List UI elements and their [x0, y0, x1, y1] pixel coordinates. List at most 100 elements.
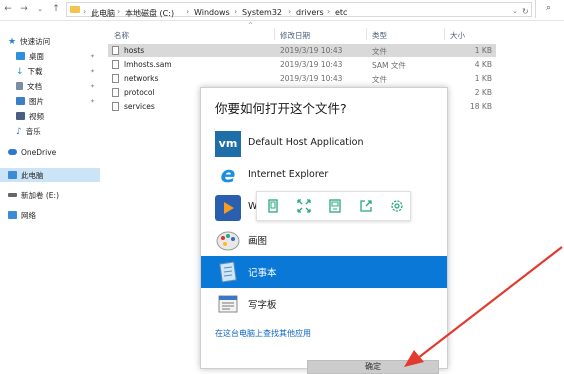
file-name: services: [124, 102, 155, 111]
breadcrumb-this-pc[interactable]: 此电脑: [91, 8, 115, 19]
media-player-icon: [215, 195, 241, 221]
sidebar-item-videos[interactable]: 视频: [16, 111, 44, 124]
table-row[interactable]: networks 2019/3/19 10:43 文件 1 KB: [108, 72, 496, 85]
find-other-apps-link[interactable]: 在这台电脑上查找其他应用: [215, 328, 311, 339]
app-label: Internet Explorer: [248, 169, 329, 180]
document-icon: [16, 82, 23, 90]
app-option-notepad[interactable]: 记事本: [201, 256, 447, 288]
file-size: 4 KB: [474, 60, 492, 69]
desktop-icon: [16, 52, 25, 60]
sidebar-item-onedrive[interactable]: OneDrive: [8, 148, 56, 161]
file-name: networks: [124, 74, 159, 83]
breadcrumb-drivers[interactable]: drivers: [296, 8, 324, 17]
pin-icon[interactable]: ✦: [90, 98, 95, 105]
app-label: 画图: [248, 236, 268, 247]
save-icon[interactable]: [327, 198, 343, 214]
chevron-right-icon: ›: [117, 7, 121, 16]
chevron-right-icon: ›: [288, 7, 292, 16]
sidebar-item-drive-e[interactable]: 新加卷 (E:): [8, 190, 59, 203]
file-icon: [112, 46, 119, 55]
sidebar-item-quick-access[interactable]: ★ 快速访问: [8, 36, 50, 49]
download-icon: ↓: [16, 67, 24, 77]
breadcrumb-windows[interactable]: Windows: [194, 8, 230, 17]
sidebar-item-this-pc[interactable]: 此电脑: [8, 170, 44, 183]
share-icon[interactable]: [358, 198, 374, 214]
file-type: 文件: [372, 47, 387, 56]
pin-icon[interactable]: ✦: [90, 68, 95, 75]
file-modified: 2019/3/19 10:43: [280, 60, 343, 69]
ie-icon: e: [220, 163, 236, 188]
app-label: 写字板: [248, 300, 277, 311]
file-icon: [112, 74, 119, 83]
breadcrumb-etc[interactable]: etc: [335, 8, 347, 17]
sidebar-item-desktop[interactable]: 桌面: [16, 51, 44, 64]
column-header-size[interactable]: 大小: [450, 30, 465, 41]
app-option-wordpad[interactable]: 写字板: [201, 288, 447, 320]
chevron-right-icon: ›: [327, 7, 331, 16]
file-size: 2 KB: [474, 88, 492, 97]
breadcrumb-system32[interactable]: System32: [242, 8, 282, 17]
sidebar-item-downloads[interactable]: ↓ 下载: [16, 66, 43, 79]
column-header-modified[interactable]: 修改日期: [280, 30, 310, 41]
file-name: protocol: [124, 88, 155, 97]
file-type: SAM 文件: [372, 61, 406, 70]
column-header-type[interactable]: 类型: [372, 30, 387, 41]
sidebar-item-network[interactable]: 网络: [8, 210, 36, 223]
app-option-paint[interactable]: 画图: [201, 224, 447, 256]
column-divider[interactable]: [444, 28, 445, 40]
settings-icon[interactable]: [389, 198, 405, 214]
address-bar: ← → ⌄ ↑ › 此电脑 › 本地磁盘 (C:) › Windows › Sy…: [0, 0, 564, 21]
sidebar-item-label: 图片: [29, 97, 44, 106]
sidebar-item-label: OneDrive: [21, 148, 57, 157]
sidebar-item-music[interactable]: ♪ 音乐: [16, 126, 41, 139]
recent-dropdown-icon[interactable]: ⌄: [34, 3, 46, 15]
sidebar-item-label: 此电脑: [21, 171, 44, 180]
address-path-field[interactable]: › 此电脑 › 本地磁盘 (C:) › Windows › System32 ›…: [66, 2, 532, 19]
sidebar-item-label: 新加卷 (E:): [21, 191, 60, 200]
wordpad-icon: [215, 291, 241, 317]
table-row[interactable]: hosts 2019/3/19 10:43 文件 1 KB: [108, 44, 496, 57]
up-arrow-icon[interactable]: ↑: [50, 3, 62, 15]
file-icon: [112, 88, 119, 97]
chevron-right-icon: ›: [83, 7, 87, 16]
pin-icon[interactable]: ✦: [90, 83, 95, 90]
file-name: lmhosts.sam: [124, 60, 172, 69]
file-icon: [112, 102, 119, 111]
app-option-default-host[interactable]: vm Default Host Application: [201, 128, 447, 160]
column-header-name[interactable]: 名称: [114, 30, 129, 41]
forward-arrow-icon[interactable]: →: [18, 3, 30, 15]
network-icon: [8, 211, 17, 219]
breadcrumb-local-disk[interactable]: 本地磁盘 (C:): [125, 8, 174, 19]
chevron-down-icon[interactable]: ⌄: [512, 7, 518, 15]
floating-toolbar: [256, 191, 411, 221]
column-divider[interactable]: [366, 28, 367, 40]
picture-icon: [16, 97, 25, 105]
chevron-right-icon: ›: [186, 7, 190, 16]
file-size: 1 KB: [474, 74, 492, 83]
sidebar-item-label: 网络: [21, 211, 36, 220]
column-divider[interactable]: [274, 28, 275, 40]
paint-icon: [215, 227, 241, 253]
computer-icon: [8, 171, 17, 179]
file-modified: 2019/3/19 10:43: [280, 46, 343, 55]
file-modified: 2019/3/19 10:43: [280, 74, 343, 83]
table-row[interactable]: lmhosts.sam 2019/3/19 10:43 SAM 文件 4 KB: [108, 58, 496, 71]
sidebar-item-documents[interactable]: 文档: [16, 81, 42, 94]
app-label: Default Host Application: [248, 137, 364, 148]
file-size: 18 KB: [470, 102, 492, 111]
app-option-internet-explorer[interactable]: e Internet Explorer: [201, 160, 447, 192]
drive-icon: [8, 193, 17, 197]
sidebar-item-label: 文档: [27, 82, 42, 91]
pin-icon[interactable]: ✦: [90, 53, 95, 60]
ok-button[interactable]: 确定: [307, 360, 439, 374]
sidebar-item-label: 快速访问: [20, 37, 51, 46]
sidebar-item-pictures[interactable]: 图片: [16, 96, 44, 109]
sidebar-item-label: 音乐: [25, 127, 41, 136]
expand-icon[interactable]: [296, 198, 312, 214]
star-icon: ★: [8, 37, 17, 47]
refresh-icon[interactable]: ↻: [522, 7, 529, 16]
open-with-dialog: 你要如何打开这个文件? vm Default Host Application …: [200, 87, 448, 374]
copy-icon[interactable]: [265, 198, 281, 214]
search-box[interactable]: ⌕: [535, 0, 564, 18]
back-arrow-icon[interactable]: ←: [2, 3, 14, 15]
